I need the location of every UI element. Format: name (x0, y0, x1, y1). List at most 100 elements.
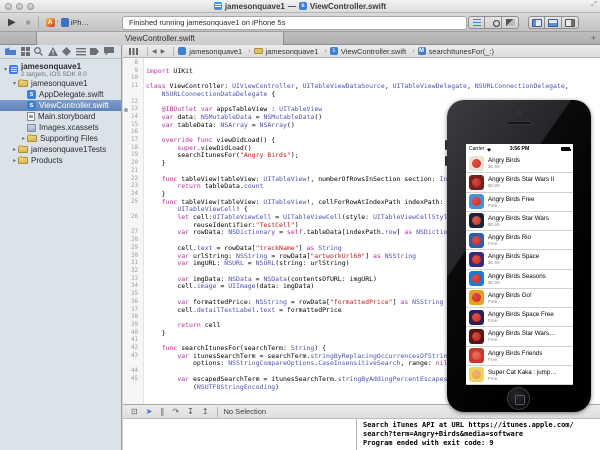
breadcrumb-label: jamesonquave1 (265, 46, 319, 56)
tree-item-label: jamesonquave1 (21, 61, 82, 71)
disclosure-triangle[interactable]: ▸ (11, 157, 18, 164)
tree-item-main-storyboard[interactable]: Main.storyboard (0, 111, 121, 122)
app-price: Free (488, 337, 498, 343)
navigator-panel-icon (531, 18, 542, 27)
line-number: 8 (134, 60, 139, 66)
disclosure-triangle[interactable]: ▸ (11, 146, 18, 153)
related-items-icon[interactable] (129, 47, 138, 55)
app-result-row[interactable]: Angry Birds Friends Free (466, 347, 573, 366)
app-result-row[interactable]: Super Cat Kaka : jump… Free (466, 366, 573, 385)
tab-bar: ViewController.swift + (0, 32, 600, 45)
stop-button[interactable]: ■ (26, 18, 31, 27)
line-number: 25 (131, 198, 138, 205)
version-editor-button[interactable] (502, 16, 519, 29)
report-navigator-icon[interactable] (103, 47, 114, 56)
app-price: Free (488, 202, 498, 208)
search-navigator-icon[interactable] (34, 47, 43, 56)
app-icon (469, 348, 484, 364)
issue-navigator-icon[interactable] (47, 47, 58, 56)
breadcrumb-item[interactable]: MsearchItunesFor(_:) (417, 47, 494, 56)
app-result-row[interactable]: Angry Birds $0.99 (466, 154, 573, 174)
forward-button[interactable]: ▶ (161, 48, 166, 55)
symbol-navigator-icon[interactable] (20, 47, 30, 56)
minimize-window-button[interactable] (16, 3, 23, 10)
add-tab-button[interactable]: + (591, 32, 596, 45)
storyboard-icon (27, 112, 35, 121)
code-line: 8 (123, 60, 600, 68)
breadcrumb-item[interactable]: s ViewController.swift › (329, 47, 415, 56)
step-over-button[interactable]: ↷ (172, 405, 179, 418)
tree-item-images-xcassets[interactable]: Images.xcassets (0, 122, 121, 133)
tree-item-jamesonquave1tests[interactable]: ▸ jamesonquave1Tests (0, 144, 121, 155)
variables-view[interactable] (123, 419, 357, 450)
app-icon (469, 290, 484, 306)
toggle-navigator-button[interactable] (528, 16, 545, 29)
app-title: Angry Birds Star Wars II (488, 176, 555, 184)
line-number: 23 (131, 183, 138, 190)
fullscreen-icon[interactable]: ⤢ (591, 1, 597, 9)
hide-debug-area-button[interactable]: ⊡ (131, 405, 138, 418)
app-price: Free (488, 356, 498, 362)
run-button[interactable]: ▶ (8, 17, 16, 28)
back-button[interactable]: ◀ (152, 48, 157, 55)
app-result-row[interactable]: Angry Birds Space $0.99 (466, 250, 573, 270)
tree-item-label: Supporting Files (40, 134, 98, 143)
breadcrumb-item[interactable]: jamesonquave1 › (253, 46, 327, 56)
app-result-row[interactable]: Angry Birds Star Wars… Free (466, 327, 573, 347)
app-result-row[interactable]: Angry Birds Seasons $0.99 (466, 270, 573, 289)
xcode-window: jamesonquave1 — s ViewController.swift ⤢… (0, 0, 600, 450)
app-result-row[interactable]: Angry Birds Rio Free (466, 231, 573, 251)
home-button[interactable] (507, 387, 530, 410)
disclosure-triangle[interactable]: ▾ (2, 66, 9, 73)
assistant-editor-button[interactable] (485, 16, 502, 29)
line-number: 32 (131, 267, 138, 274)
breakpoints-toggle-button[interactable]: ➤ (146, 405, 153, 418)
close-window-button[interactable] (5, 3, 12, 10)
line-number: 9 (134, 67, 139, 74)
toggle-debug-area-button[interactable] (545, 16, 562, 29)
project-navigator-icon[interactable] (5, 47, 16, 56)
standard-editor-button[interactable] (468, 16, 485, 29)
navigator-sidebar: ▾ jamesonquave1 2 targets, iOS SDK 8.0 ▾ jam… (0, 45, 122, 450)
app-result-row[interactable]: Angry Birds Free Free (466, 193, 573, 212)
tree-item-jamesonquave1[interactable]: ▾ jamesonquave1 2 targets, iOS SDK 8.0 (0, 61, 121, 78)
test-navigator-icon[interactable] (62, 47, 71, 56)
tree-item-products[interactable]: ▸ Products (0, 155, 121, 166)
line-number (123, 206, 141, 214)
breadcrumb-item[interactable]: jamesonquave1 › (178, 47, 251, 56)
folder-icon (18, 156, 28, 164)
line-number: 39 (131, 321, 138, 328)
editor-mode-control (468, 16, 519, 29)
debug-selection-label: No Selection (223, 407, 267, 416)
pause-button[interactable]: ∥ (160, 405, 164, 418)
app-icon (469, 271, 484, 287)
app-result-row[interactable]: Angry Birds Go! Free (466, 289, 573, 308)
app-result-row[interactable]: Angry Birds Star Wars $0.99 (466, 212, 573, 231)
disclosure-triangle[interactable]: ▾ (11, 80, 18, 87)
debug-navigator-icon[interactable] (75, 47, 86, 56)
step-into-button[interactable]: ↧ (187, 405, 194, 418)
tree-item-viewcontroller-swift[interactable]: s ViewController.swift (0, 100, 121, 111)
app-result-row[interactable]: Angry Birds Star Wars II $0.99 (466, 173, 573, 193)
disclosure-triangle[interactable]: ▸ (20, 135, 27, 142)
scheme-selector[interactable]: A › iPh… (45, 17, 89, 27)
toggle-utilities-button[interactable] (562, 16, 579, 29)
tree-item-appdelegate-swift[interactable]: s AppDelegate.swift (0, 89, 121, 100)
tree-item-label: Products (31, 156, 63, 165)
app-title: Angry Birds Friends (488, 349, 543, 357)
tree-item-supporting-files[interactable]: ▸ Supporting Files (0, 133, 121, 144)
line-number: 34 (131, 283, 138, 290)
zoom-window-button[interactable] (27, 3, 34, 10)
tree-item-jamesonquave1[interactable]: ▾ jamesonquave1 (0, 78, 121, 89)
console-output[interactable]: Search iTunes API at URL https://itunes.… (357, 419, 600, 450)
app-result-row[interactable]: Angry Birds Space Free Free (466, 308, 573, 328)
tab-viewcontroller[interactable]: ViewController.swift (36, 32, 284, 45)
line-number: 27 (131, 229, 138, 236)
project-doc-icon (213, 2, 222, 10)
breakpoint-navigator-icon[interactable] (90, 47, 99, 56)
line-number (123, 384, 141, 392)
step-out-button[interactable]: ↥ (202, 405, 209, 418)
code-line: 9 import UIKit (123, 67, 600, 76)
activity-viewer: Finished running jamesonquave1 on iPhone… (122, 15, 467, 30)
line-number (123, 222, 141, 230)
